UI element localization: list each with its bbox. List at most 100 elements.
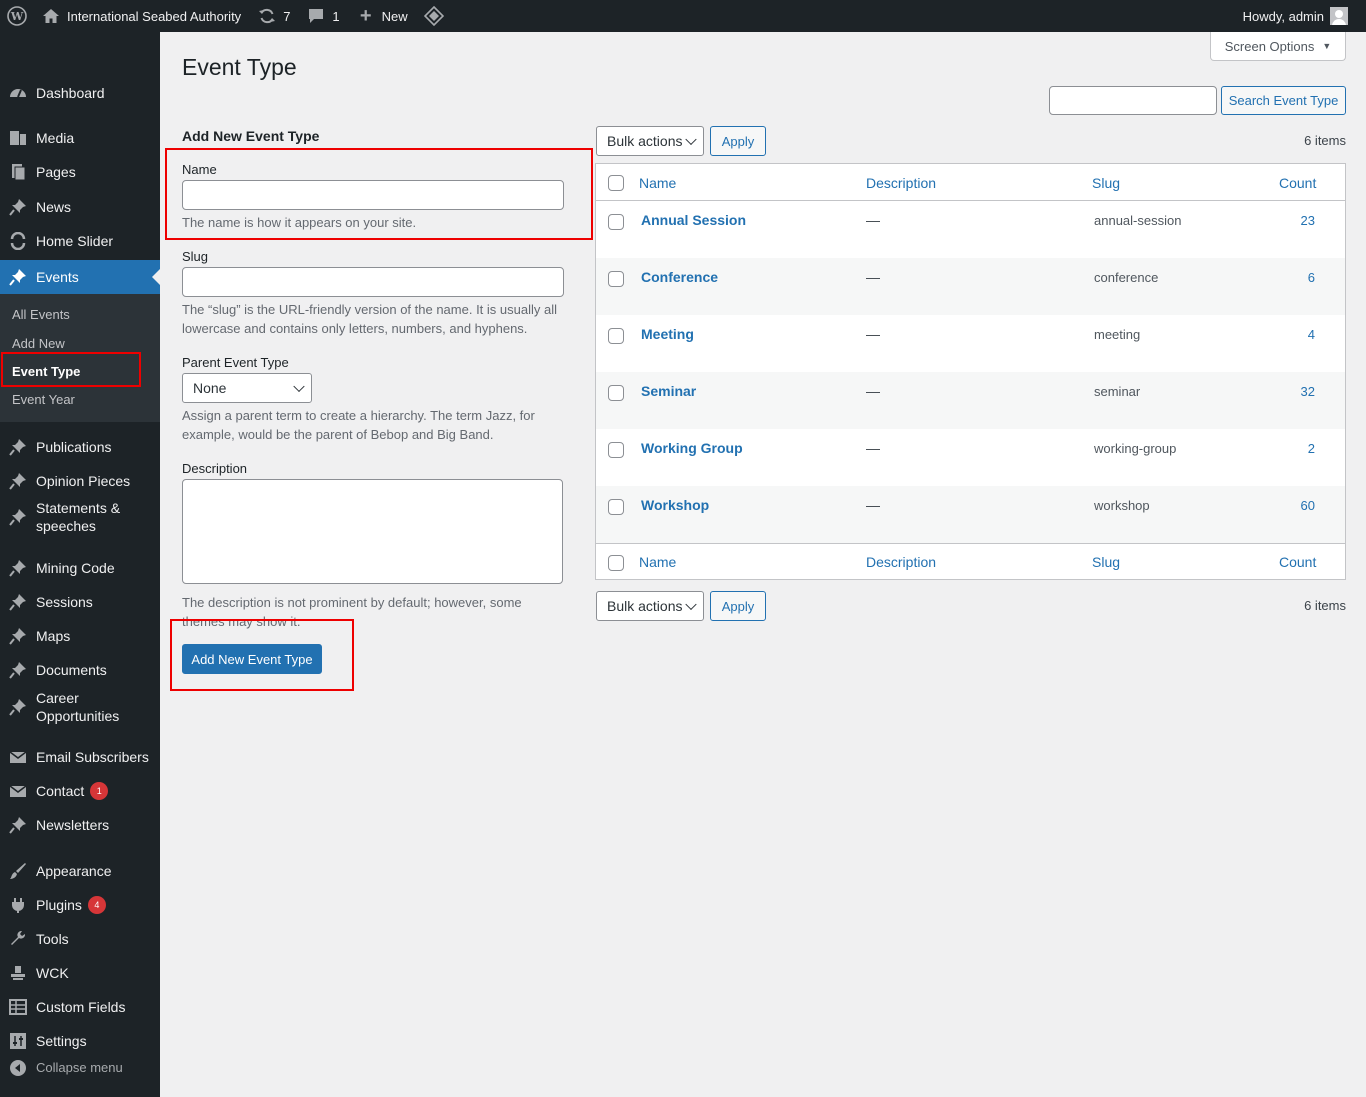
sidebar-item-label: Mining Code [36,560,115,576]
term-count-link[interactable]: 2 [1308,441,1315,456]
column-description[interactable]: Description [866,175,936,191]
my-account[interactable]: Howdy, admin [1243,0,1366,32]
term-name-link[interactable]: Conference [641,269,718,285]
bulk-actions-select-bottom[interactable]: Bulk actions [596,591,704,621]
sidebar-item-sessions[interactable]: Sessions [0,585,160,619]
term-name-link[interactable]: Working Group [641,440,743,456]
column-slug-footer[interactable]: Slug [1092,554,1120,570]
pin-icon [0,508,36,526]
sidebar-item-events[interactable]: Events [0,260,160,294]
table-footer: Name Description Slug Count [596,543,1345,580]
column-count[interactable]: Count [1279,175,1316,191]
term-count-link[interactable]: 6 [1308,270,1315,285]
sidebar-item-label: Pages [36,164,76,180]
sidebar-item-label: Publications [36,439,112,455]
sidebar-item-newsletters[interactable]: Newsletters [0,808,160,842]
sidebar-item-home-slider[interactable]: Home Slider [0,224,160,258]
bulk-actions-select-top[interactable]: Bulk actions [596,126,704,156]
sidebar-item-plugins[interactable]: Plugins 4 [0,888,160,922]
sidebar-item-tools[interactable]: Tools [0,922,160,956]
site-name-link[interactable]: International Seabed Authority [37,0,249,32]
apply-button-top[interactable]: Apply [710,126,766,156]
term-name-link[interactable]: Workshop [641,497,709,513]
plus-icon: + [359,4,372,27]
sidebar-item-email-subscribers[interactable]: Email Subscribers [0,740,160,774]
sidebar-item-dashboard[interactable]: Dashboard [0,76,160,110]
parent-label: Parent Event Type [182,355,289,370]
term-name-link[interactable]: Seminar [641,383,696,399]
sidebar-item-documents[interactable]: Documents [0,653,160,687]
sidebar-item-maps[interactable]: Maps [0,619,160,653]
screen-options-button[interactable]: Screen Options ▼ [1210,32,1346,61]
sidebar-item-label: Career Opportunities [36,690,120,724]
updates-count: 7 [283,8,291,24]
updates-link[interactable]: 7 [249,0,298,32]
name-input[interactable] [182,180,564,210]
row-checkbox[interactable] [608,442,624,458]
row-checkbox[interactable] [608,271,624,287]
name-help: The name is how it appears on your site. [182,215,417,230]
description-textarea[interactable] [182,479,563,584]
row-checkbox[interactable] [608,385,624,401]
term-name-link[interactable]: Annual Session [641,212,746,228]
events-submenu: All Events Add New Event Type Event Year [0,294,160,422]
sidebar-item-media[interactable]: Media [0,121,160,155]
bulk-actions-label: Bulk actions [607,133,683,149]
sidebar-item-label: Opinion Pieces [36,473,131,489]
sidebar-item-contact[interactable]: Contact 1 [0,774,160,808]
sidebar-item-statements-speeches[interactable]: Statements & speeches [0,498,160,536]
comments-link[interactable]: 1 [298,0,347,32]
term-count-link[interactable]: 32 [1301,384,1315,399]
column-count-footer[interactable]: Count [1279,554,1316,570]
column-description-footer[interactable]: Description [866,554,936,570]
plugin-diamond-icon[interactable] [416,0,452,32]
collapse-menu-button[interactable]: Collapse menu [0,1058,160,1078]
add-new-event-type-button[interactable]: Add New Event Type [182,644,322,674]
notification-badge: 4 [87,896,106,914]
mail-icon [0,782,36,800]
submenu-add-new[interactable]: Add New [12,336,65,351]
column-name[interactable]: Name [639,175,676,191]
sidebar-item-label: WCK [36,965,69,981]
term-description: — [866,440,880,456]
apply-button-bottom[interactable]: Apply [710,591,766,621]
sidebar-item-news[interactable]: News [0,190,160,224]
term-name-link[interactable]: Meeting [641,326,694,342]
term-count-link[interactable]: 60 [1301,498,1315,513]
slug-input[interactable] [182,267,564,297]
new-content-link[interactable]: + New [348,0,416,32]
select-all-checkbox-footer[interactable] [608,555,624,571]
parent-select[interactable]: None [182,373,312,403]
sidebar-item-pages[interactable]: Pages [0,155,160,189]
slider-icon [0,232,36,250]
term-count-link[interactable]: 4 [1308,327,1315,342]
sidebar-item-publications[interactable]: Publications [0,430,160,464]
media-icon [0,129,36,147]
term-count-link[interactable]: 23 [1301,213,1315,228]
submenu-all-events[interactable]: All Events [12,307,70,322]
column-slug[interactable]: Slug [1092,175,1120,191]
sidebar-item-appearance[interactable]: Appearance [0,854,160,888]
plugin-icon [0,896,36,914]
sidebar-item-opinion-pieces[interactable]: Opinion Pieces [0,464,160,498]
sidebar-item-settings[interactable]: Settings [0,1024,160,1058]
row-checkbox[interactable] [608,499,624,515]
submenu-event-year[interactable]: Event Year [12,392,75,407]
term-description: — [866,326,880,342]
search-input[interactable] [1049,86,1217,115]
sidebar-item-mining-code[interactable]: Mining Code [0,551,160,585]
sidebar-item-custom-fields[interactable]: Custom Fields [0,990,160,1024]
pin-icon [0,661,36,679]
search-event-type-button[interactable]: Search Event Type [1221,86,1346,115]
slug-label: Slug [182,249,209,264]
column-name-footer[interactable]: Name [639,554,676,570]
row-checkbox[interactable] [608,328,624,344]
term-description: — [866,497,880,513]
wordpress-logo-icon[interactable]: W [0,0,37,32]
select-all-checkbox[interactable] [608,175,624,191]
row-checkbox[interactable] [608,214,624,230]
brush-icon [0,862,36,880]
sidebar-item-wck[interactable]: WCK [0,956,160,990]
submenu-event-type[interactable]: Event Type [12,364,80,379]
sidebar-item-career-opportunities[interactable]: Career Opportunities [0,688,160,726]
